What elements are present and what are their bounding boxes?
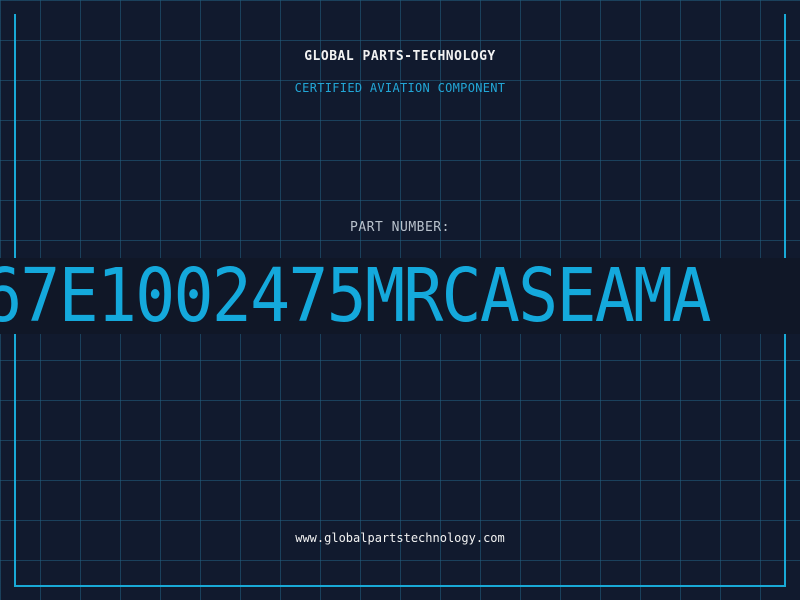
part-number-value: 67E1002475MRCASEAMA [0,258,711,334]
website-url[interactable]: www.globalpartstechnology.com [0,531,800,545]
frame-bottom-border [14,585,786,587]
part-number-band: 67E1002475MRCASEAMA [0,258,800,334]
part-number-label: PART NUMBER: [350,220,450,235]
company-name: GLOBAL PARTS-TECHNOLOGY [304,49,496,64]
certification-subtitle: CERTIFIED AVIATION COMPONENT [294,81,506,95]
label-canvas: GLOBAL PARTS-TECHNOLOGY CERTIFIED AVIATI… [0,0,800,600]
